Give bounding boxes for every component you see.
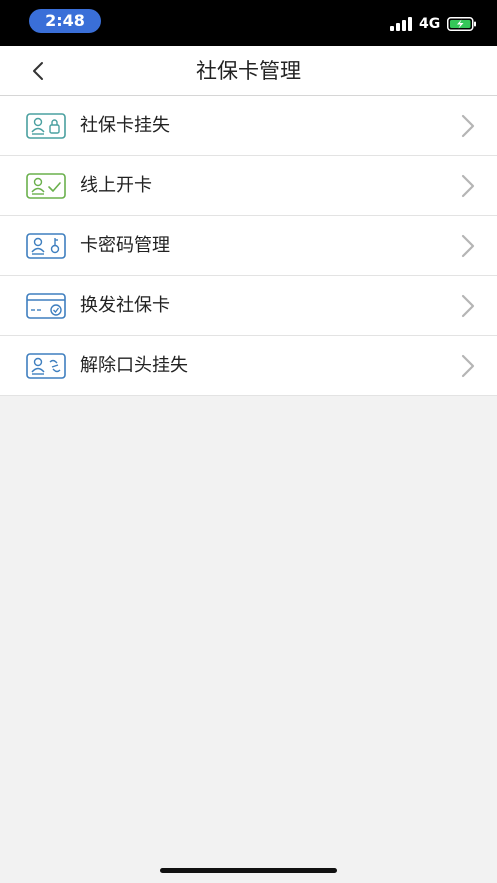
menu-item-cancel-verbal-loss[interactable]: 解除口头挂失 bbox=[0, 336, 497, 396]
status-time: 2:48 bbox=[29, 9, 101, 33]
menu-item-open-online[interactable]: 线上开卡 bbox=[0, 156, 497, 216]
chevron-right-icon bbox=[461, 234, 475, 258]
nav-bar: 社保卡管理 bbox=[0, 46, 497, 96]
chevron-right-icon bbox=[461, 294, 475, 318]
status-bar: 2:48 4G bbox=[0, 0, 497, 46]
chevron-right-icon bbox=[461, 354, 475, 378]
menu-item-label: 卡密码管理 bbox=[80, 235, 170, 256]
card-lock-icon bbox=[26, 113, 66, 139]
card-check-icon bbox=[26, 173, 66, 199]
chevron-left-icon[interactable] bbox=[22, 58, 52, 84]
card-key-icon bbox=[26, 233, 66, 259]
menu-item-reissue[interactable]: 换发社保卡 bbox=[0, 276, 497, 336]
home-indicator[interactable] bbox=[160, 868, 337, 873]
menu-item-password[interactable]: 卡密码管理 bbox=[0, 216, 497, 276]
menu-item-label: 解除口头挂失 bbox=[80, 355, 188, 376]
menu-list: 社保卡挂失 线上开卡 卡密码管理 换发社保卡 解除口头挂失 bbox=[0, 96, 497, 396]
menu-item-label: 线上开卡 bbox=[80, 175, 152, 196]
signal-icon bbox=[390, 17, 412, 31]
menu-item-label: 换发社保卡 bbox=[80, 295, 170, 316]
chevron-right-icon bbox=[461, 114, 475, 138]
card-reissue-icon bbox=[26, 293, 66, 319]
menu-item-label: 社保卡挂失 bbox=[80, 115, 170, 136]
chevron-right-icon bbox=[461, 174, 475, 198]
menu-item-report-loss[interactable]: 社保卡挂失 bbox=[0, 96, 497, 156]
battery-charging-icon bbox=[447, 17, 476, 31]
card-unlink-icon bbox=[26, 353, 66, 379]
page-title: 社保卡管理 bbox=[196, 59, 301, 83]
network-type: 4G bbox=[419, 16, 441, 32]
